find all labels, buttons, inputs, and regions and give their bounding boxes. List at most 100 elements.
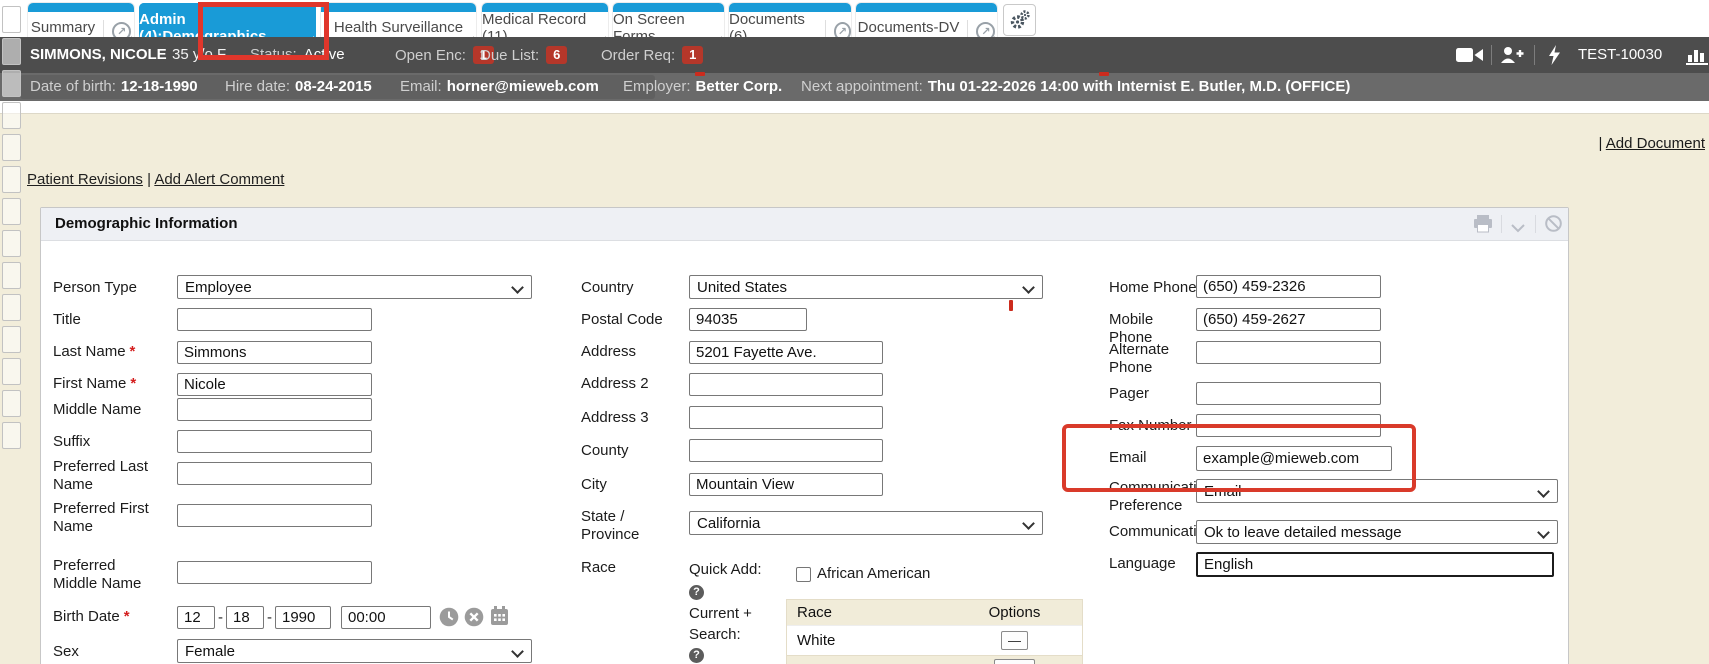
person-type-value: Employee [185, 279, 252, 296]
african-american-checkbox[interactable] [796, 567, 811, 582]
sex-select[interactable]: Female [177, 639, 532, 663]
due-list-counter[interactable]: Due List: 6 [480, 46, 567, 64]
collapse-chevron-icon[interactable] [1511, 220, 1525, 238]
video-call-icon[interactable] [1456, 47, 1483, 68]
title-input[interactable] [177, 308, 372, 331]
race-column-header: Race [787, 604, 947, 621]
hire-date-item: Hire date: 08-24-2015 [225, 78, 372, 95]
calendar-icon[interactable] [490, 606, 509, 631]
left-rail-box [2, 70, 21, 97]
alternate-phone-input[interactable] [1196, 341, 1381, 364]
address3-label: Address 3 [581, 409, 681, 427]
link-separator: | [147, 171, 151, 188]
tab-bar: Summary ↗ Admin (4):Demographics Health … [0, 0, 1709, 37]
suffix-input[interactable] [177, 430, 372, 453]
left-rail-box [2, 198, 21, 225]
communication-preference-select[interactable]: Email [1196, 479, 1558, 503]
birth-day-input[interactable] [226, 606, 264, 629]
add-document-link[interactable]: Add Document [1606, 135, 1705, 152]
required-asterisk: * [130, 343, 136, 360]
patient-name[interactable]: SIMMONS, NICOLE [30, 46, 167, 63]
help-icon[interactable]: ? [689, 585, 704, 600]
address-input[interactable] [689, 341, 883, 364]
tab-documents-dv-label: Documents-DV [858, 19, 960, 36]
alternate-phone-label: Alternate Phone [1109, 341, 1179, 377]
communication-label: Communication [1109, 523, 1199, 541]
language-input[interactable] [1196, 552, 1554, 577]
suffix-label: Suffix [53, 433, 171, 451]
help-icon[interactable]: ? [689, 645, 704, 663]
chart-stats-icon[interactable] [1686, 46, 1709, 70]
add-race-button[interactable]: Add [994, 659, 1035, 664]
left-rail-box [2, 38, 21, 65]
age-sex-text: 35 y/o F [172, 46, 226, 63]
middle-name-label: Middle Name [53, 401, 171, 419]
birth-time-input[interactable] [341, 606, 431, 629]
last-name-input[interactable] [177, 341, 372, 364]
country-label: Country [581, 279, 681, 297]
preferred-middle-name-input[interactable] [177, 561, 372, 584]
city-label: City [581, 476, 681, 494]
demographic-information-panel: Demographic Information Person Type Empl… [40, 207, 1569, 664]
order-req-counter[interactable]: Order Req: 1 [601, 46, 703, 64]
fax-number-input[interactable] [1196, 414, 1381, 437]
mobile-phone-input[interactable] [1196, 308, 1381, 331]
order-req-badge[interactable]: 1 [682, 46, 703, 64]
address3-input[interactable] [689, 406, 883, 429]
race-label: Race [581, 559, 681, 577]
patient-name-text: SIMMONS, NICOLE [30, 46, 167, 63]
communication-value: Ok to leave detailed message [1204, 524, 1402, 541]
home-phone-input[interactable] [1196, 275, 1381, 298]
email-input[interactable] [1196, 446, 1392, 471]
status-value: Active [304, 46, 345, 63]
settings-button[interactable] [1003, 4, 1036, 36]
home-phone-label: Home Phone [1109, 279, 1199, 297]
communication-preference-label: Communication Preference [1109, 479, 1199, 515]
state-province-select[interactable]: California [689, 511, 1043, 535]
county-input[interactable] [689, 439, 883, 462]
add-alert-comment-link[interactable]: Add Alert Comment [154, 171, 284, 188]
race-table-header: Race Options [787, 600, 1082, 625]
employer-item: Employer: Better Corp. [623, 78, 782, 95]
date-dash: - [267, 609, 272, 626]
birth-year-input[interactable] [275, 606, 331, 629]
clock-icon[interactable] [439, 607, 459, 632]
patient-revisions-link[interactable]: Patient Revisions [27, 171, 143, 188]
print-icon[interactable] [1473, 215, 1493, 238]
preferred-first-name-input[interactable] [177, 504, 372, 527]
race-quick-add: Quick Add: ? [689, 559, 773, 601]
address2-input[interactable] [689, 373, 883, 396]
race-row-white: White — [787, 625, 1082, 655]
state-province-label: State / Province [581, 508, 651, 544]
state-value: California [697, 515, 760, 532]
country-select[interactable]: United States [689, 275, 1043, 299]
city-input[interactable] [689, 473, 883, 496]
first-name-input[interactable] [177, 373, 372, 396]
sex-value: Female [185, 643, 235, 660]
add-person-icon[interactable] [1500, 46, 1525, 69]
pager-input[interactable] [1196, 382, 1381, 405]
clear-date-icon[interactable] [464, 607, 484, 632]
disable-circle-slash-icon[interactable] [1545, 215, 1562, 237]
order-req-label: Order Req: [601, 47, 675, 64]
preferred-middle-name-label: Preferred Middle Name [53, 557, 153, 593]
hire-date-value: 08-24-2015 [295, 78, 372, 95]
person-type-select[interactable]: Employee [177, 275, 532, 299]
due-list-badge[interactable]: 6 [546, 46, 567, 64]
address-label: Address [581, 343, 681, 361]
remove-race-button[interactable]: — [1001, 631, 1028, 650]
employer-label: Employer: [623, 78, 691, 95]
employer-value: Better Corp. [696, 78, 783, 95]
birth-month-input[interactable] [177, 606, 215, 629]
race-current-search: Current + Search: [689, 603, 781, 645]
communication-select[interactable]: Ok to leave detailed message [1196, 520, 1558, 544]
postal-code-input[interactable] [689, 308, 807, 331]
quick-action-lightning-icon[interactable] [1548, 45, 1561, 70]
birth-date-label: Birth Date* [53, 608, 183, 626]
required-asterisk: * [124, 608, 130, 625]
postal-code-label: Postal Code [581, 311, 681, 329]
address2-label: Address 2 [581, 375, 681, 393]
language-label: Language [1109, 555, 1199, 573]
preferred-last-name-input[interactable] [177, 462, 372, 485]
middle-name-input[interactable] [177, 398, 372, 421]
